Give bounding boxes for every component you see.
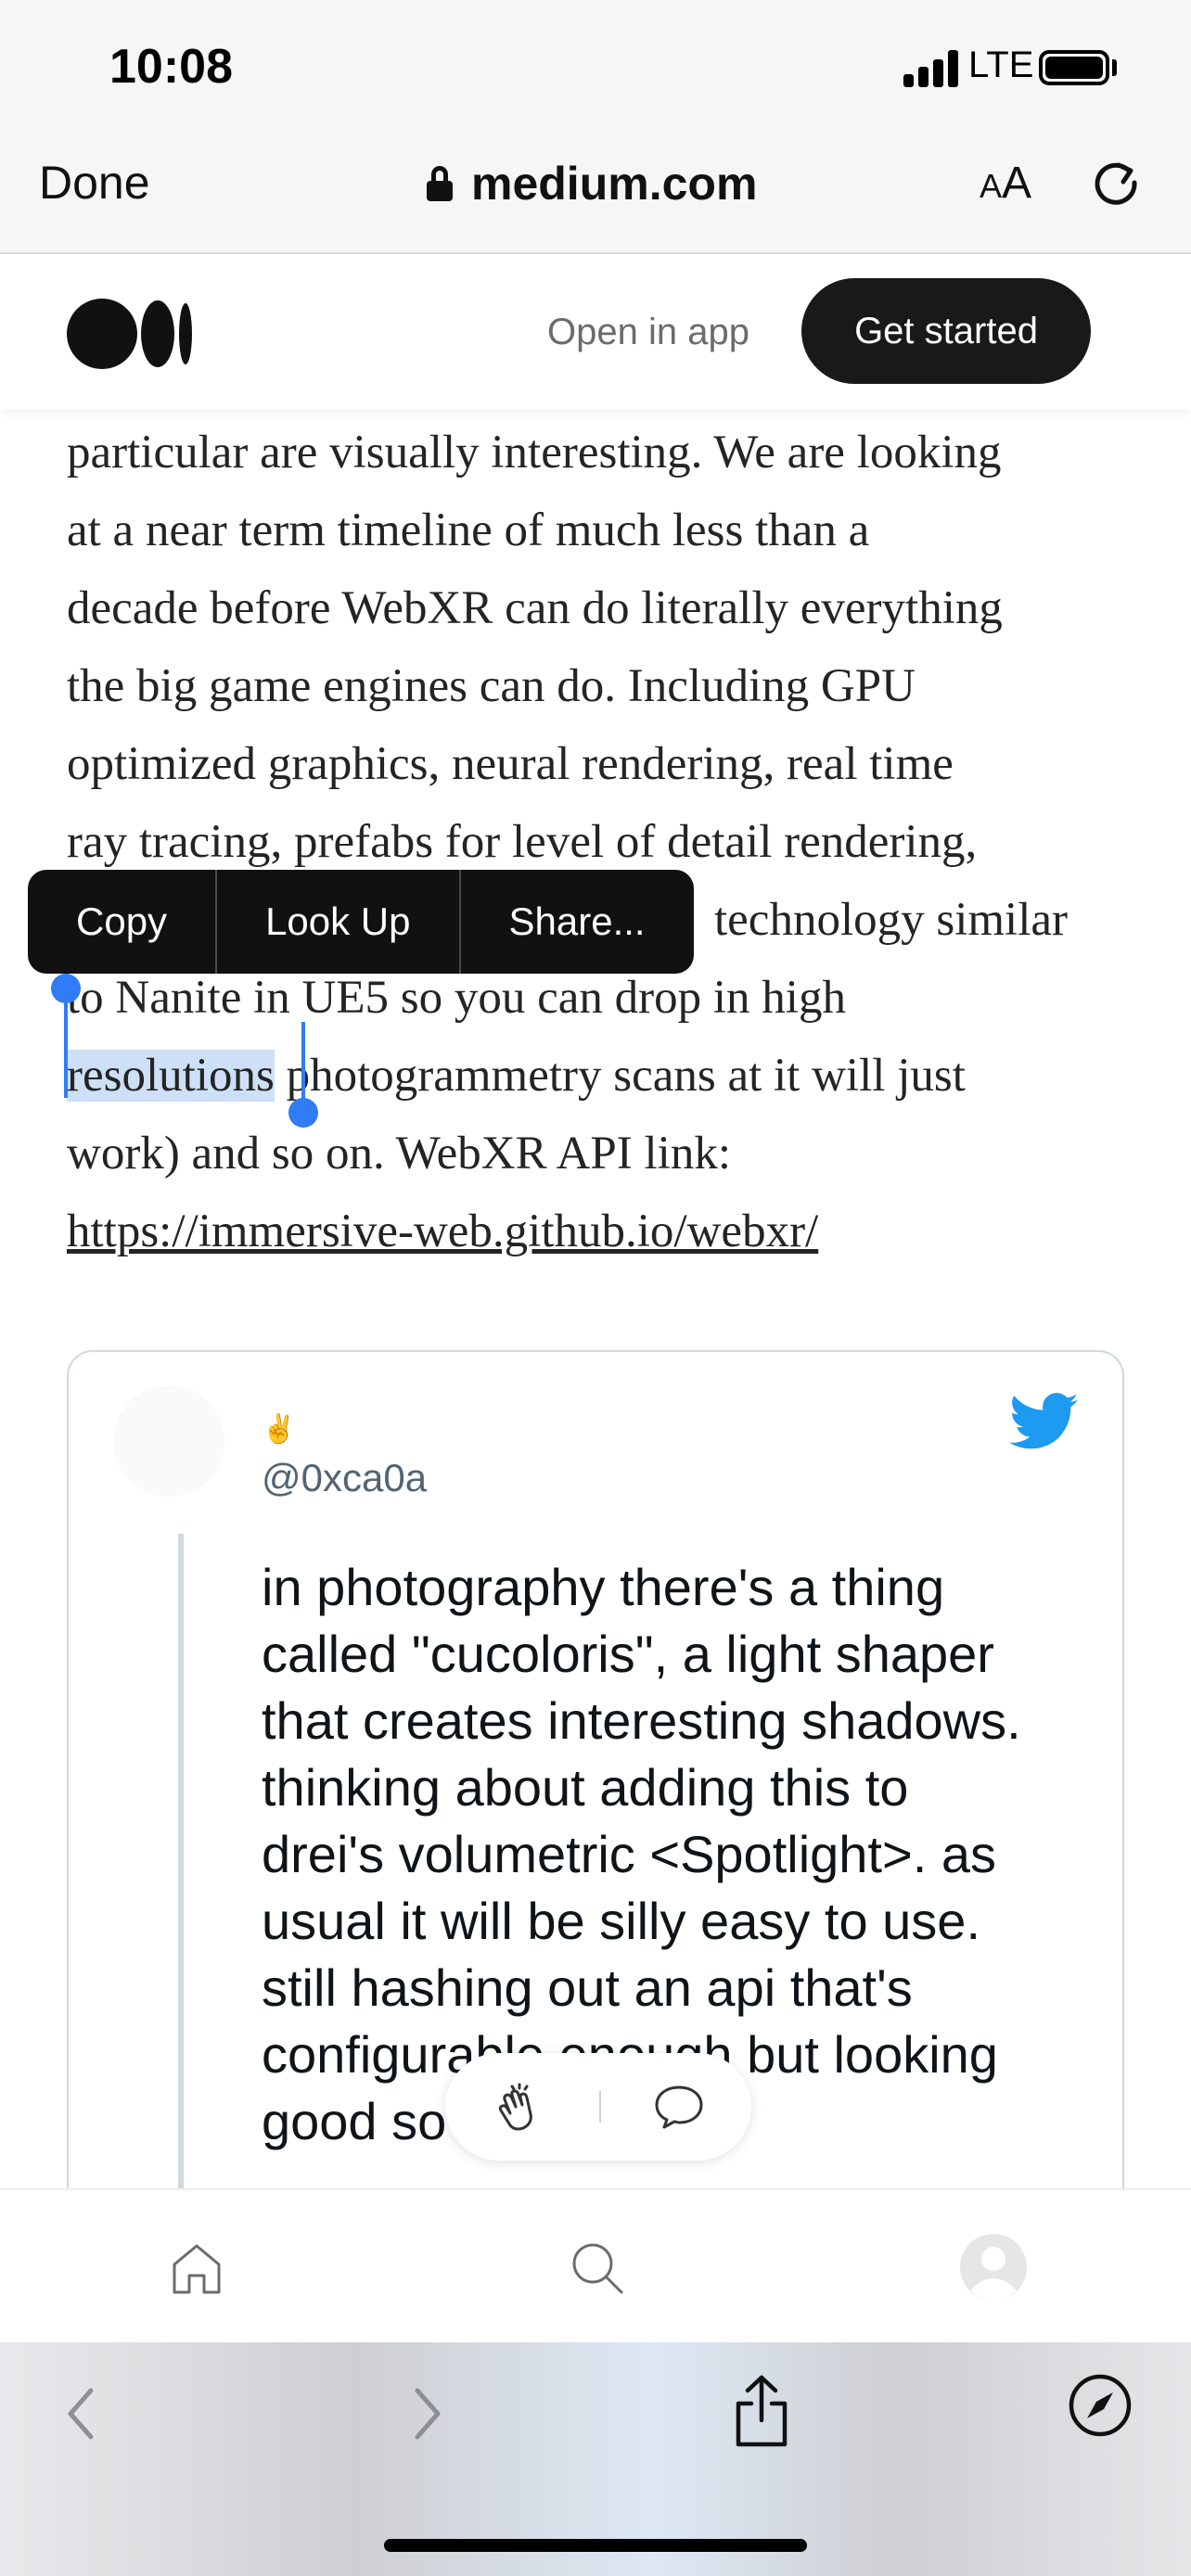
open-in-app-link[interactable]: Open in app (547, 312, 749, 353)
article-line-fragment: photogrammetry scans at it will just (274, 1050, 966, 1102)
text-edit-menu: Copy Look Up Share... (28, 870, 694, 974)
avatar[interactable] (113, 1385, 224, 1497)
look-up-menu-item[interactable]: Look Up (217, 870, 461, 974)
forward-icon[interactable] (404, 2381, 449, 2446)
copy-menu-item[interactable]: Copy (28, 870, 218, 974)
signal-icon (903, 50, 959, 87)
article-line: optimized graphics, neural rendering, re… (67, 738, 954, 790)
status-bar: 10:08 LTE (0, 0, 1191, 130)
article-line: at a near term timeline of much less tha… (67, 504, 870, 556)
article-line: resolutions photogrammetry scans at it w… (67, 1037, 1143, 1115)
back-icon[interactable] (59, 2381, 104, 2446)
share-menu-item[interactable]: Share... (461, 870, 694, 974)
home-icon[interactable] (167, 2238, 226, 2298)
site-bottom-nav (0, 2188, 1191, 2342)
tweet-author-name[interactable]: ✌ (262, 1413, 296, 1446)
article-line: work) and so on. WebXR API link: (67, 1128, 732, 1180)
pill-divider (599, 2091, 601, 2123)
tweet-line: thinking about adding this to (262, 1758, 909, 1817)
browser-address-bar: Done medium.com AA (0, 130, 1191, 254)
clap-icon[interactable] (492, 2079, 547, 2135)
status-time: 10:08 (109, 40, 233, 94)
medium-logo-icon[interactable] (67, 299, 193, 369)
tweet-line: in photography there's a thing (262, 1558, 945, 1616)
share-icon[interactable] (729, 2372, 794, 2450)
tweet-author-handle[interactable]: @0xca0a (262, 1456, 427, 1500)
article-line: the big game engines can do. Including G… (67, 660, 916, 712)
text-size-button[interactable]: AA (980, 158, 1031, 209)
url-text: medium.com (471, 158, 758, 210)
site-header: Open in app Get started (0, 256, 1191, 410)
battery-tip (1112, 59, 1117, 76)
done-button[interactable]: Done (39, 156, 150, 210)
tweet-line: that creates interesting shadows. (262, 1691, 1021, 1750)
text-size-small-label: A (980, 167, 1003, 205)
get-started-button[interactable]: Get started (801, 278, 1091, 384)
selected-text[interactable]: resolutions (67, 1050, 275, 1102)
tweet-line: drei's volumetric <Spotlight>. as (262, 1825, 996, 1883)
tweet-line: usual it will be silly easy to use. (262, 1892, 981, 1950)
selection-start-handle[interactable] (51, 974, 81, 1098)
selection-end-handle[interactable] (288, 1022, 318, 1128)
text-size-big-label: A (1002, 159, 1032, 208)
battery-icon (1039, 50, 1109, 85)
article-line: particular are visually interesting. We … (67, 427, 1002, 478)
article-body: particular are visually interesting. We … (67, 414, 1143, 1270)
search-icon[interactable] (568, 2238, 627, 2298)
tweet-line: called "cucoloris", a light shaper (262, 1625, 994, 1683)
lock-icon (427, 166, 453, 201)
tweet-quote-rule (178, 1534, 184, 2276)
tweet-line: still hashing out an api that's (262, 1958, 913, 2017)
network-type: LTE (968, 45, 1034, 85)
home-indicator (384, 2539, 807, 2552)
reload-icon[interactable] (1089, 156, 1143, 210)
webxr-api-link[interactable]: https://immersive-web.github.io/webxr/ (67, 1205, 818, 1257)
url-field[interactable]: medium.com (427, 156, 757, 211)
profile-avatar-icon[interactable] (959, 2233, 1028, 2302)
article-line: decade before WebXR can do literally eve… (67, 582, 1003, 634)
article-line: https://immersive-web.github.io/webxr/ (67, 1192, 1143, 1270)
compass-icon[interactable] (1067, 2372, 1133, 2439)
article-actions-pill (445, 2053, 751, 2161)
article-line-fragment: technology similar (714, 894, 1069, 946)
twitter-bird-icon[interactable] (1009, 1393, 1078, 1450)
comment-icon[interactable] (653, 2084, 705, 2130)
